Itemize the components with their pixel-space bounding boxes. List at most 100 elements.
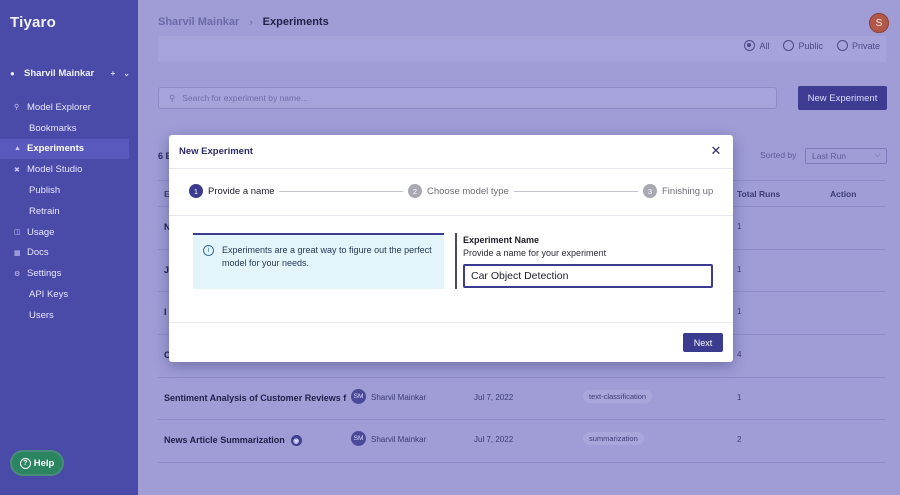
last-run-date: Jul 7, 2022 bbox=[474, 435, 514, 444]
sidebar-item-publish[interactable]: Publish bbox=[0, 180, 138, 201]
step-choose-model-type: 2 Choose model type bbox=[408, 184, 509, 198]
visibility-filter: All Public Private bbox=[744, 40, 880, 51]
sidebar-item-label: Publish bbox=[29, 185, 61, 197]
step-number: 3 bbox=[643, 184, 657, 198]
sidebar-item-settings[interactable]: ⚙ Settings bbox=[0, 263, 138, 284]
brand-logo[interactable]: Tiyaro bbox=[10, 14, 56, 31]
flask-icon: ▲ bbox=[14, 145, 21, 153]
chevron-down-icon: ⌵ bbox=[874, 152, 880, 159]
sidebar: Tiyaro ● Sharvil Mainkar + ⌄ ⚲ Model Exp… bbox=[0, 0, 138, 495]
sort-label: Sorted by bbox=[760, 150, 797, 160]
task-tag[interactable]: summarization bbox=[583, 432, 644, 445]
experiment-name[interactable]: I bbox=[164, 307, 167, 317]
filter-label: Public bbox=[798, 40, 823, 51]
sidebar-item-model-explorer[interactable]: ⚲ Model Explorer bbox=[0, 97, 138, 118]
step-label: Choose model type bbox=[427, 185, 509, 197]
filter-all-radio[interactable]: All bbox=[744, 40, 769, 51]
sidebar-item-label: Usage bbox=[27, 226, 55, 238]
sidebar-item-usage[interactable]: ◫ Usage bbox=[0, 222, 138, 243]
total-runs: 1 bbox=[737, 265, 742, 274]
total-runs: 4 bbox=[737, 350, 742, 359]
step-label: Finishing up bbox=[662, 185, 714, 197]
experiment-name-text: News Article Summarization bbox=[164, 435, 285, 445]
radio-dot-icon bbox=[783, 40, 795, 51]
column-header-total-runs: Total Runs bbox=[737, 189, 781, 199]
breadcrumb: Sharvil Mainkar › Experiments bbox=[158, 16, 329, 28]
modal-title: New Experiment bbox=[179, 146, 253, 157]
add-user-icon[interactable]: + bbox=[111, 69, 116, 78]
new-experiment-button[interactable]: New Experiment bbox=[798, 86, 887, 110]
globe-icon: ◉ bbox=[290, 435, 302, 447]
owner-name: Sharvil Mainkar bbox=[371, 393, 427, 402]
sidebar-item-label: Retrain bbox=[29, 205, 60, 217]
filter-private-radio[interactable]: Private bbox=[836, 40, 880, 51]
breadcrumb-user[interactable]: Sharvil Mainkar bbox=[158, 16, 239, 28]
next-button[interactable]: Next bbox=[683, 333, 723, 352]
table-row[interactable]: Sentiment Analysis of Customer Reviews f… bbox=[158, 378, 886, 420]
total-runs: 2 bbox=[737, 435, 742, 444]
step-label: Provide a name bbox=[208, 185, 275, 197]
workspace-user-name: Sharvil Mainkar bbox=[24, 67, 95, 79]
radio-dot-icon bbox=[836, 40, 848, 51]
radio-dot-icon bbox=[744, 40, 756, 51]
step-connector bbox=[514, 191, 638, 192]
filter-label: Private bbox=[851, 40, 880, 51]
workspace-user[interactable]: ● Sharvil Mainkar + ⌄ bbox=[10, 66, 130, 80]
experiment-name[interactable]: Sentiment Analysis of Customer Reviews f bbox=[164, 393, 346, 403]
step-connector bbox=[279, 191, 403, 192]
close-icon[interactable]: ✕ bbox=[709, 143, 723, 158]
chevron-right-icon: › bbox=[249, 16, 253, 28]
docs-icon: ▦ bbox=[14, 249, 21, 257]
sidebar-item-label: Settings bbox=[27, 268, 62, 280]
gear-icon: ⚙ bbox=[14, 270, 21, 278]
sidebar-item-bookmarks[interactable]: Bookmarks bbox=[0, 118, 138, 139]
sidebar-item-label: Bookmarks bbox=[29, 122, 77, 134]
modal-header: New Experiment bbox=[169, 135, 733, 169]
table-row[interactable]: News Article Summarization ◉ SM Sharvil M… bbox=[158, 420, 886, 462]
field-description: Provide a name for your experiment bbox=[463, 248, 607, 258]
search-icon: ⚲ bbox=[169, 92, 176, 103]
sidebar-item-label: Docs bbox=[27, 247, 49, 259]
help-label: Help bbox=[33, 457, 55, 469]
info-text: Experiments are a great way to figure ou… bbox=[222, 245, 432, 268]
studio-icon: ✖ bbox=[14, 166, 20, 174]
org-icon: ● bbox=[10, 68, 15, 78]
owner-avatar: SM bbox=[351, 389, 366, 404]
filter-label: All bbox=[759, 40, 770, 51]
column-header-action: Action bbox=[830, 189, 857, 199]
search-input[interactable]: ⚲ Search for experiment by name... bbox=[158, 87, 777, 109]
task-tag[interactable]: text-classification bbox=[583, 390, 653, 403]
info-callout: i Experiments are a great way to figure … bbox=[193, 233, 444, 289]
owner-name: Sharvil Mainkar bbox=[371, 435, 427, 444]
experiment-name-input[interactable] bbox=[463, 264, 713, 288]
usage-icon: ◫ bbox=[14, 229, 21, 237]
search-icon: ⚲ bbox=[14, 104, 20, 112]
avatar[interactable]: S bbox=[869, 13, 889, 33]
sidebar-item-experiments[interactable]: ▲ Experiments bbox=[0, 138, 129, 160]
sidebar-item-users[interactable]: Users bbox=[0, 305, 138, 326]
sidebar-item-api-keys[interactable]: API Keys bbox=[0, 284, 138, 305]
step-finishing-up: 3 Finishing up bbox=[643, 184, 713, 198]
total-runs: 1 bbox=[737, 307, 742, 316]
experiment-name[interactable]: News Article Summarization ◉ bbox=[164, 435, 302, 447]
table-divider bbox=[158, 462, 886, 463]
sort-select[interactable]: Last Run ⌵ bbox=[805, 148, 887, 164]
sidebar-item-docs[interactable]: ▦ Docs bbox=[0, 243, 138, 264]
breadcrumb-current: Experiments bbox=[262, 16, 329, 28]
sidebar-item-model-studio[interactable]: ✖ Model Studio bbox=[0, 159, 138, 180]
sidebar-item-label: Model Studio bbox=[27, 164, 83, 176]
stepper: 1 Provide a name 2 Choose model type 3 F… bbox=[169, 169, 733, 216]
info-icon: i bbox=[203, 245, 214, 256]
help-button[interactable]: ? Help bbox=[12, 452, 62, 474]
field-title: Experiment Name bbox=[463, 235, 540, 245]
sidebar-item-retrain[interactable]: Retrain bbox=[0, 201, 138, 222]
modal-footer-divider bbox=[169, 322, 733, 323]
step-number: 2 bbox=[408, 184, 422, 198]
chevron-down-icon[interactable]: ⌄ bbox=[123, 69, 130, 78]
experiment-name-field-block: Experiment Name Provide a name for your … bbox=[455, 233, 717, 289]
step-provide-name: 1 Provide a name bbox=[189, 184, 275, 198]
sidebar-item-label: Model Explorer bbox=[27, 101, 91, 113]
step-number: 1 bbox=[189, 184, 203, 198]
owner-avatar: SM bbox=[351, 431, 366, 446]
filter-public-radio[interactable]: Public bbox=[783, 40, 823, 51]
